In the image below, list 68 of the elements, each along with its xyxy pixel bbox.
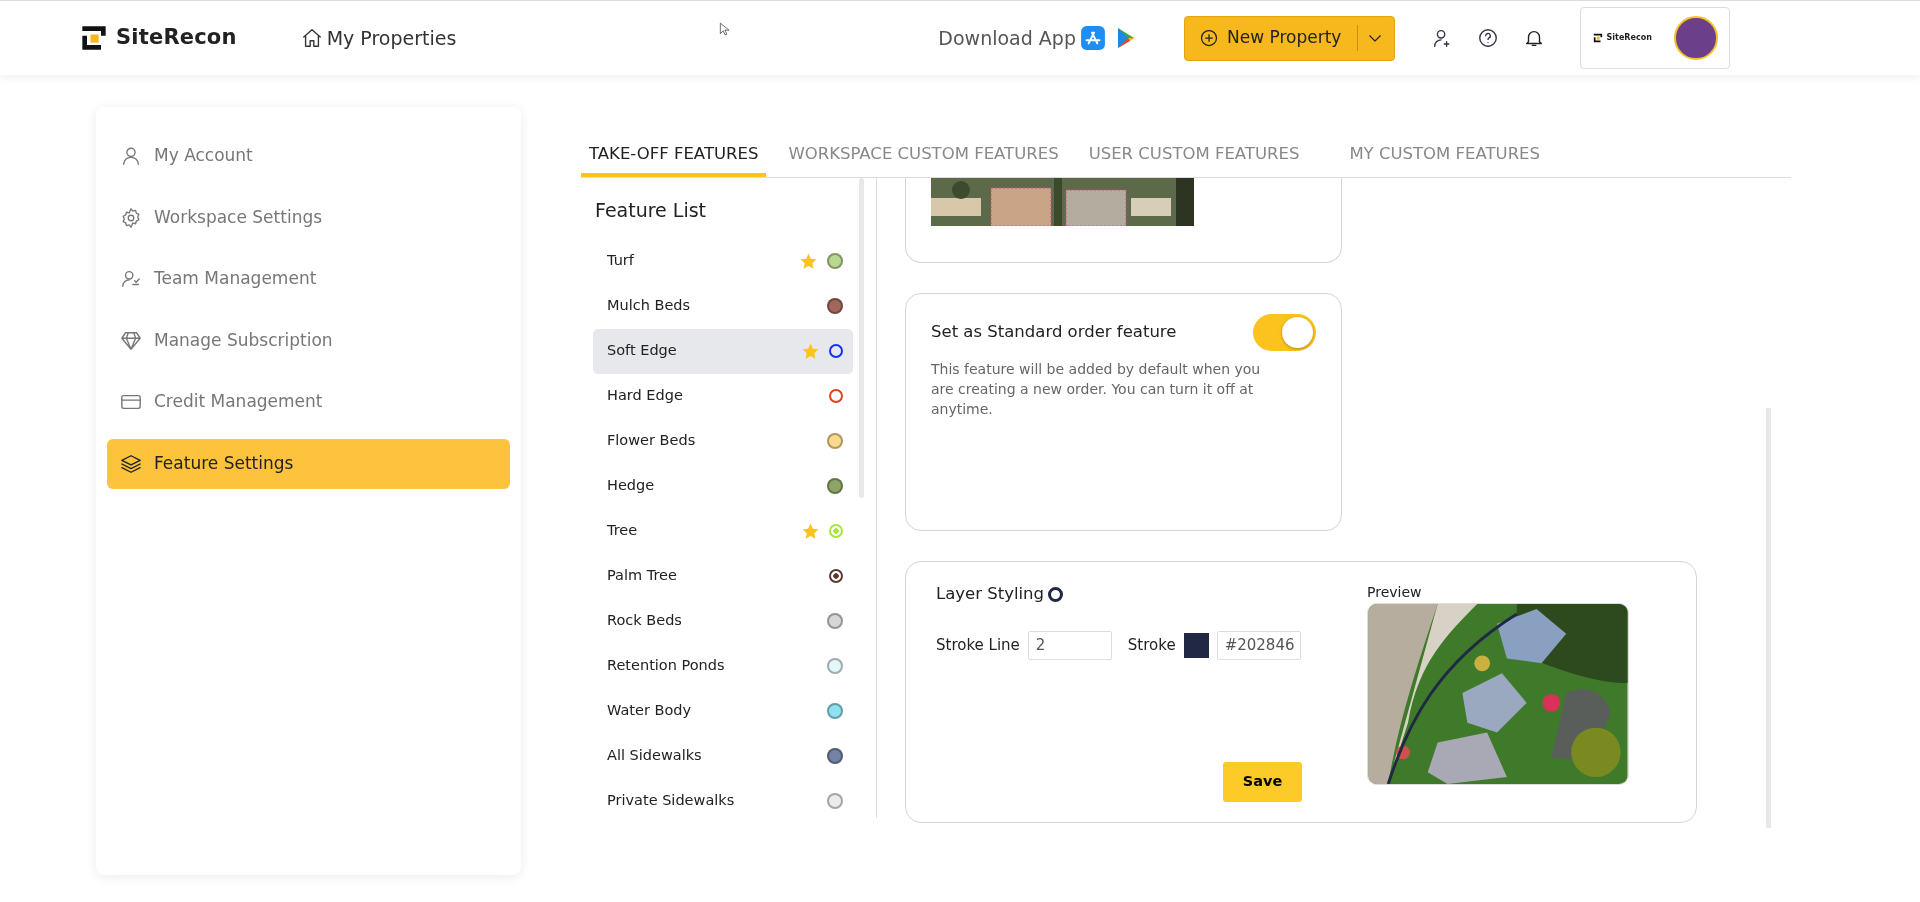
input-field[interactable]: 2 [1027, 630, 1112, 660]
diamond-icon [120, 329, 142, 352]
gear-icon [120, 206, 142, 229]
input-field[interactable]: #202846 [1216, 630, 1301, 660]
home-icon [300, 27, 323, 49]
feature-item[interactable]: Mulch Beds [593, 283, 853, 329]
help-icon[interactable] [1477, 27, 1500, 49]
download-label: Download App [938, 25, 1076, 51]
color-swatch[interactable] [1183, 632, 1209, 658]
feature-name: Hard Edge [607, 386, 684, 406]
feature-name: Water Body [607, 701, 693, 721]
logo-text: SiteRecon [1606, 32, 1652, 44]
feature-item[interactable]: Rock Beds [593, 598, 853, 644]
feature-name: Tree [607, 521, 639, 541]
app-store-icon[interactable] [1079, 25, 1106, 51]
sidebar-item[interactable]: My Account [107, 131, 510, 181]
save-button[interactable]: Save [1223, 762, 1302, 802]
feature-name: Mulch Beds [607, 296, 692, 316]
feature-item[interactable]: Turf [593, 238, 853, 284]
sidebar-item[interactable]: Credit Management [107, 377, 510, 427]
feature-name: Soft Edge [607, 341, 678, 361]
sidebar-item[interactable]: Feature Settings [107, 438, 510, 489]
feature-item[interactable]: Retention Ponds [593, 643, 853, 689]
feature-item[interactable]: Flower Beds [593, 418, 853, 464]
tab[interactable]: USER CUSTOM FEATURES [1080, 134, 1308, 177]
feature-name: Hedge [607, 476, 656, 496]
sidebar-item[interactable]: Workspace Settings [107, 192, 510, 243]
field-label: Stroke Line [936, 635, 1020, 656]
logo-icon [1592, 33, 1603, 43]
profile-button[interactable]: SiteRecon [1580, 7, 1731, 69]
feature-item[interactable]: Tree [593, 508, 853, 554]
scrollbar[interactable] [859, 178, 864, 498]
tab[interactable]: WORKSPACE CUSTOM FEATURES [780, 134, 1067, 177]
tab[interactable]: MY CUSTOM FEATURES [1341, 134, 1548, 177]
feature-item[interactable]: All Sidewalks [593, 733, 853, 779]
logo-icon [80, 24, 108, 52]
feature-name: All Sidewalks [607, 746, 703, 766]
feature-name: Turf [607, 251, 635, 271]
plus-circle-icon [1198, 28, 1219, 48]
feature-name: Private Sidewalks [607, 791, 736, 811]
preview-label: Preview [1367, 583, 1423, 602]
user-icon [120, 145, 142, 167]
feature-item[interactable]: Soft Edge [593, 328, 853, 374]
nav-link[interactable]: My Properties [300, 23, 457, 53]
setting-title: Set as Standard order feature [931, 321, 1177, 344]
feature-item[interactable]: Hedge [593, 463, 853, 509]
feature-item[interactable]: Palm Tree [593, 553, 853, 599]
sidebar-item[interactable]: Team Management [107, 254, 510, 304]
layers-icon [120, 452, 142, 475]
feature-item[interactable]: Private Sidewalks [593, 778, 853, 824]
feature-item[interactable]: Hard Edge [593, 373, 853, 419]
setting-description: This feature will be added by default when you are creating a new order. You can turn it off at anytime. [931, 360, 1261, 419]
feature-name: Rock Beds [607, 611, 683, 631]
toggle-switch[interactable] [1253, 314, 1316, 351]
sidebar-item[interactable]: Manage Subscription [107, 315, 510, 366]
avatar [1674, 16, 1719, 60]
team-icon [120, 268, 142, 290]
new-property-button[interactable]: New Property [1183, 15, 1396, 61]
feature-name: Retention Ponds [607, 656, 726, 676]
section-title: Layer Styling [936, 583, 1045, 605]
tab[interactable]: TAKE-OFF FEATURES [581, 134, 767, 177]
field-label: Stroke [1127, 635, 1176, 656]
feature-name: Flower Beds [607, 431, 697, 451]
section-title: Feature List [594, 198, 708, 223]
feature-item[interactable]: Water Body [593, 688, 853, 734]
feature-name: Palm Tree [607, 566, 678, 586]
color-dot [1048, 586, 1064, 602]
logo-text: SiteRecon [116, 24, 237, 52]
